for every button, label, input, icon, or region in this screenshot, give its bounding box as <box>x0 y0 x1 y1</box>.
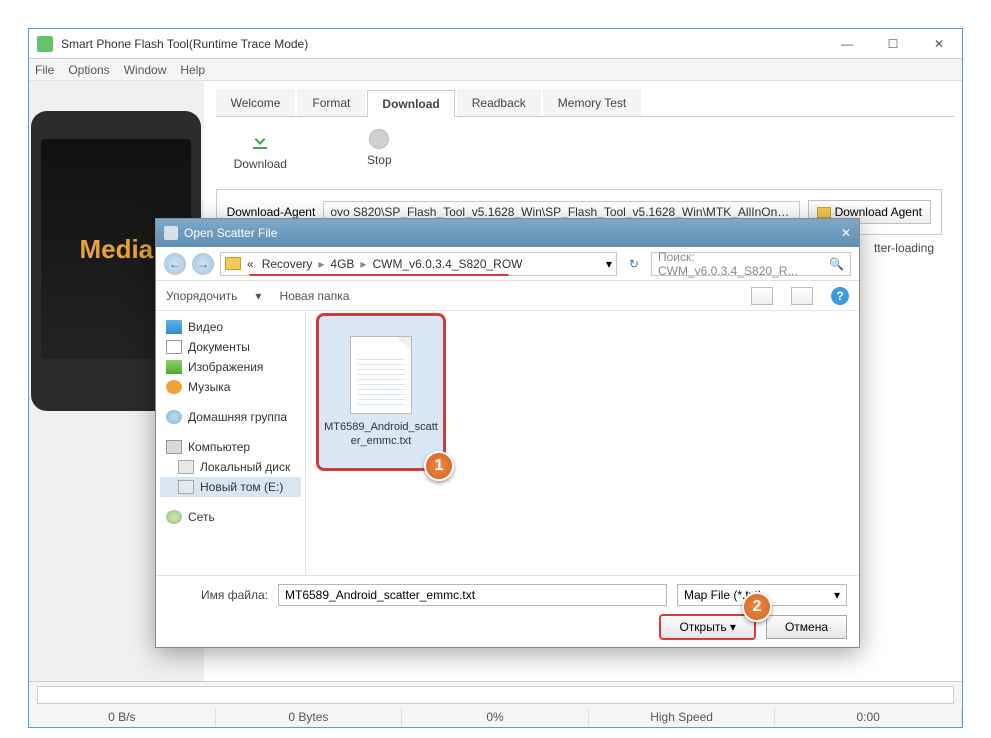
phone-brand: Media <box>79 234 153 265</box>
menu-file[interactable]: File <box>35 63 54 77</box>
tab-memtest[interactable]: Memory Test <box>543 89 641 116</box>
folder-icon <box>225 257 241 270</box>
search-input[interactable]: Поиск: CWM_v6.0.3.4_S820_R... 🔍 <box>651 252 851 276</box>
tab-bar: Welcome Format Download Readback Memory … <box>216 89 954 117</box>
computer-icon <box>166 440 182 454</box>
chevron-down-icon: ▾ <box>255 289 261 303</box>
breadcrumb[interactable]: « Recovery ▸ 4GB ▸ CWM_v6.0.3.4_S820_ROW… <box>220 252 617 276</box>
video-icon <box>166 320 182 334</box>
tab-download[interactable]: Download <box>367 90 454 117</box>
agent-label: Download-Agent <box>227 205 316 219</box>
menu-window[interactable]: Window <box>124 63 167 77</box>
status-mode: High Speed <box>589 708 776 726</box>
minimize-button[interactable]: — <box>824 29 870 59</box>
dialog-titlebar: Open Scatter File ✕ <box>156 219 859 247</box>
back-button[interactable]: ← <box>164 253 186 275</box>
chevron-right-icon: ▸ <box>318 257 324 271</box>
text-file-icon <box>350 336 412 414</box>
tree-documents[interactable]: Документы <box>160 337 301 357</box>
crumb-recovery[interactable]: Recovery <box>260 257 315 271</box>
dialog-icon <box>164 226 178 240</box>
tree-network[interactable]: Сеть <box>160 507 301 527</box>
help-button[interactable]: ? <box>831 287 849 305</box>
dialog-nav: ← → « Recovery ▸ 4GB ▸ CWM_v6.0.3.4_S820… <box>156 247 859 281</box>
tree-homegroup[interactable]: Домашняя группа <box>160 407 301 427</box>
dialog-toolbar: Упорядочить ▾ Новая папка ? <box>156 281 859 311</box>
dropdown-icon[interactable]: ▾ <box>606 257 612 271</box>
network-icon <box>166 510 182 524</box>
status-bytes: 0 Bytes <box>216 708 403 726</box>
tab-welcome[interactable]: Welcome <box>216 89 296 116</box>
homegroup-icon <box>166 410 182 424</box>
image-icon <box>166 360 182 374</box>
titlebar: Smart Phone Flash Tool(Runtime Trace Mod… <box>29 29 962 59</box>
tree-local-disk[interactable]: Локальный диск <box>160 457 301 477</box>
tab-readback[interactable]: Readback <box>457 89 541 116</box>
tree-music[interactable]: Музыка <box>160 377 301 397</box>
stop-label: Stop <box>367 153 392 167</box>
stop-button[interactable]: Stop <box>367 129 392 171</box>
crumb-cwm[interactable]: CWM_v6.0.3.4_S820_ROW <box>370 257 524 271</box>
annotation-underline <box>249 274 509 276</box>
view-mode-button[interactable] <box>751 287 773 305</box>
drive-icon <box>178 480 194 494</box>
dialog-title: Open Scatter File <box>184 226 841 240</box>
status-percent: 0% <box>402 708 589 726</box>
file-item-scatter[interactable]: MT6589_Android_scatter_emmc.txt <box>316 313 446 471</box>
dialog-footer: Имя файла: MT6589_Android_scatter_emmc.t… <box>156 575 859 647</box>
file-list[interactable]: MT6589_Android_scatter_emmc.txt 1 <box>306 311 859 575</box>
tree-video[interactable]: Видео <box>160 317 301 337</box>
forward-button[interactable]: → <box>192 253 214 275</box>
folder-tree: Видео Документы Изображения Музыка Домаш… <box>156 311 306 575</box>
cancel-button[interactable]: Отмена <box>766 615 847 639</box>
search-icon: 🔍 <box>829 257 844 271</box>
file-name: MT6589_Android_scatter_emmc.txt <box>319 420 443 449</box>
dialog-close-button[interactable]: ✕ <box>841 226 851 240</box>
filename-input[interactable]: MT6589_Android_scatter_emmc.txt <box>278 584 667 606</box>
close-button[interactable]: ✕ <box>916 29 962 59</box>
refresh-button[interactable]: ↻ <box>623 257 645 271</box>
menu-help[interactable]: Help <box>180 63 205 77</box>
open-button[interactable]: Открыть ▾ <box>659 614 756 640</box>
filename-label: Имя файла: <box>168 588 268 602</box>
download-icon <box>248 129 272 153</box>
download-button[interactable]: Download <box>234 129 287 171</box>
music-icon <box>166 380 182 394</box>
app-icon <box>37 36 53 52</box>
stop-icon <box>369 129 389 149</box>
statusbar: 0 B/s 0 Bytes 0% High Speed 0:00 <box>29 681 962 727</box>
document-icon <box>166 340 182 354</box>
new-folder-button[interactable]: Новая папка <box>279 289 349 303</box>
crumb-4gb[interactable]: 4GB <box>328 257 356 271</box>
progress-bar <box>37 686 954 704</box>
menubar: File Options Window Help <box>29 59 962 81</box>
annotation-badge-1: 1 <box>424 451 454 481</box>
maximize-button[interactable]: ☐ <box>870 29 916 59</box>
tab-format[interactable]: Format <box>297 89 365 116</box>
search-placeholder: Поиск: CWM_v6.0.3.4_S820_R... <box>658 250 823 278</box>
menu-options[interactable]: Options <box>68 63 109 77</box>
preview-pane-button[interactable] <box>791 287 813 305</box>
crumb-ellipsis: « <box>245 257 256 271</box>
annotation-badge-2: 2 <box>742 592 772 622</box>
tree-volume-e[interactable]: Новый том (E:) <box>160 477 301 497</box>
chevron-down-icon: ▾ <box>834 588 840 602</box>
window-title: Smart Phone Flash Tool(Runtime Trace Mod… <box>61 37 824 51</box>
open-scatter-dialog: Open Scatter File ✕ ← → « Recovery ▸ 4GB… <box>155 218 860 648</box>
folder-icon <box>817 207 831 218</box>
drive-icon <box>178 460 194 474</box>
chevron-right-icon: ▸ <box>360 257 366 271</box>
tree-computer[interactable]: Компьютер <box>160 437 301 457</box>
agent-button-label: Download Agent <box>835 205 922 219</box>
organize-button[interactable]: Упорядочить <box>166 289 237 303</box>
status-speed: 0 B/s <box>29 708 216 726</box>
tree-images[interactable]: Изображения <box>160 357 301 377</box>
download-label: Download <box>234 157 287 171</box>
status-time: 0:00 <box>775 708 962 726</box>
